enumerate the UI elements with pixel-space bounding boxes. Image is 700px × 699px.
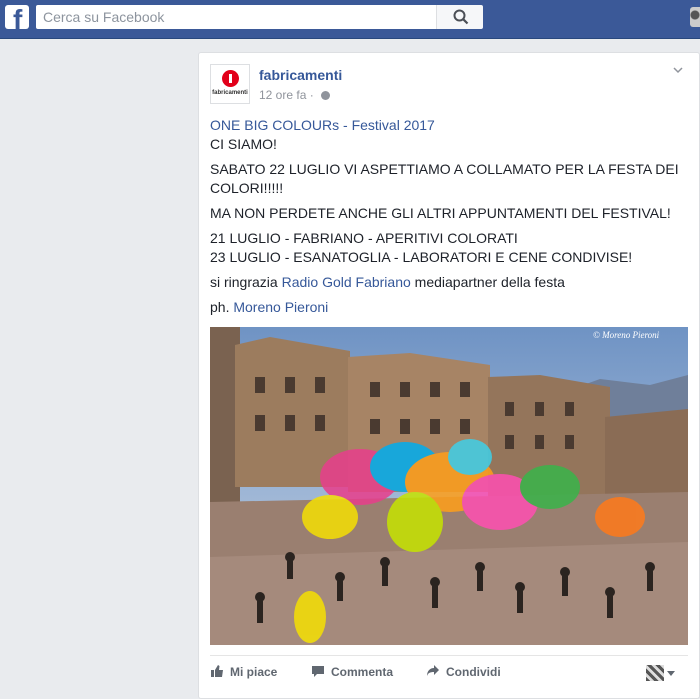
page-name-link[interactable]: fabricamenti — [259, 67, 342, 83]
top-bar: f Cerca su Facebook — [0, 0, 700, 39]
post-actions-bar: Mi piace Commenta Condividi — [210, 655, 688, 686]
radio-gold-link[interactable]: Radio Gold Fabriano — [282, 274, 411, 290]
photographer-link[interactable]: Moreno Pieroni — [233, 299, 328, 315]
post-timestamp[interactable]: 12 ore fa · — [259, 88, 331, 102]
page-avatar-brand: fabricamenti — [212, 90, 248, 96]
share-icon — [427, 665, 439, 676]
post-time: 12 ore fa — [259, 88, 307, 102]
facebook-logo-letter: f — [13, 5, 23, 30]
share-label: Condividi — [446, 665, 501, 679]
search-placeholder: Cerca su Facebook — [43, 9, 165, 25]
time-separator: · — [309, 88, 314, 102]
post-card: fabricamenti fabricamenti 12 ore fa · ON… — [198, 52, 700, 699]
search-button[interactable] — [436, 5, 483, 29]
post-line-2: SABATO 22 LUGLIO VI ASPETTIAMO A COLLAMA… — [210, 161, 679, 196]
like-label: Mi piace — [230, 665, 278, 679]
like-button[interactable]: Mi piace — [211, 665, 278, 679]
facebook-logo-icon[interactable]: f — [5, 5, 29, 29]
post-line-3: MA NON PERDETE ANCHE GLI ALTRI APPUNTAME… — [210, 205, 671, 221]
thanks-suffix: mediapartner della festa — [410, 274, 565, 290]
comment-icon — [312, 666, 324, 677]
post-line-1: CI SIAMO! — [210, 136, 277, 152]
comment-button[interactable]: Commenta — [312, 665, 394, 679]
caret-down-icon[interactable] — [667, 671, 675, 676]
page-avatar[interactable]: fabricamenti — [210, 64, 250, 104]
fabricamenti-logo-icon — [222, 70, 239, 87]
search-input[interactable]: Cerca su Facebook — [36, 5, 436, 29]
festival-link[interactable]: ONE BIG COLOURs - Festival 2017 — [210, 117, 435, 133]
thumbs-up-icon — [211, 665, 223, 677]
photo-credit-prefix: ph. — [210, 299, 234, 315]
globe-icon — [321, 91, 331, 100]
post-line-4a: 21 LUGLIO - FABRIANO - APERITIVI COLORAT… — [210, 230, 518, 246]
chevron-down-icon[interactable] — [673, 65, 683, 75]
post-line-4b: 23 LUGLIO - ESANATOGLIA - LABORATORI E C… — [210, 249, 633, 265]
post-photo[interactable]: © Moreno Pieroni — [210, 327, 688, 645]
photo-watermark: © Moreno Pieroni — [593, 330, 660, 340]
viewer-avatar[interactable] — [646, 665, 664, 681]
thanks-prefix: si ringrazia — [210, 274, 282, 290]
search-icon — [453, 9, 469, 25]
profile-avatar[interactable] — [690, 7, 700, 27]
comment-label: Commenta — [331, 665, 394, 679]
share-button[interactable]: Condividi — [427, 665, 501, 679]
post-text: ONE BIG COLOURs - Festival 2017 CI SIAMO… — [210, 116, 690, 323]
